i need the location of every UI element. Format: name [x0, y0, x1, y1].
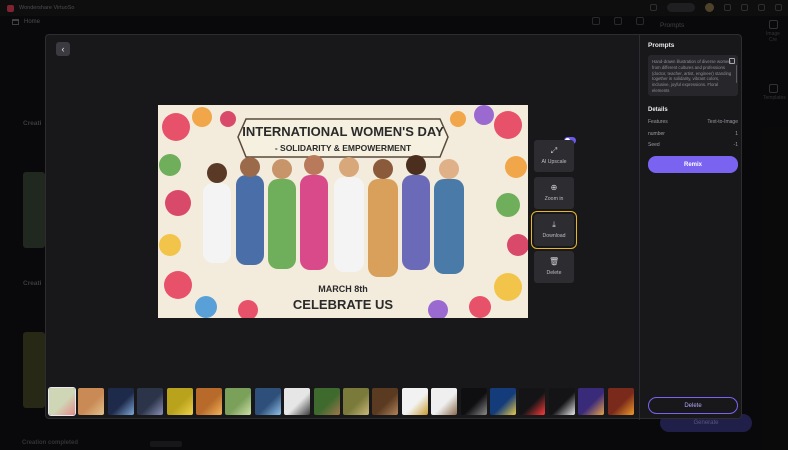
back-button[interactable]: ‹ [56, 42, 70, 56]
poster-illustration: INTERNATIONAL WOMEN'S DAY - SOLIDARITY &… [158, 105, 528, 318]
detail-value: Text-to-Image [707, 119, 738, 125]
thumbnail[interactable] [431, 388, 458, 415]
thumbnail[interactable] [48, 387, 76, 416]
ai-upscale-label: AI Upscale [541, 159, 567, 165]
chevron-left-icon: ‹ [61, 43, 65, 54]
delete-image-button[interactable]: 🗑 Delete [534, 251, 574, 283]
download-label: Download [542, 233, 566, 239]
poster-title: INTERNATIONAL WOMEN'S DAY [242, 124, 444, 139]
thumbnail[interactable] [78, 388, 105, 415]
thumbnail[interactable] [254, 388, 281, 415]
prompt-text-box[interactable]: Hand-drawn illustration of diverse women… [648, 55, 738, 96]
download-icon: ⤓ [552, 220, 556, 229]
detail-value: -1 [733, 142, 738, 148]
details-panel: Prompts Hand-drawn illustration of diver… [639, 35, 743, 420]
main-image[interactable]: INTERNATIONAL WOMEN'S DAY - SOLIDARITY &… [158, 105, 528, 318]
delete-button[interactable]: Delete [648, 397, 738, 414]
thumbnail[interactable] [196, 388, 222, 415]
thumbnail[interactable] [343, 388, 369, 415]
prompt-scrollbar[interactable] [735, 65, 737, 83]
thumbnail[interactable] [578, 388, 605, 415]
image-viewer-modal: ‹ INTERNATIONAL WOMEN'S DAY - SOLIDARITY… [45, 34, 743, 420]
detail-value: 1 [735, 131, 738, 137]
expand-icon: ⤢ [550, 146, 558, 155]
detail-row: number 1 [648, 131, 738, 137]
trash-icon: 🗑 [549, 257, 560, 266]
zoom-in-icon: ⊕ [550, 183, 558, 192]
thumbnail[interactable] [137, 388, 164, 415]
detail-key: number [648, 131, 665, 137]
thumbnail[interactable] [401, 388, 428, 415]
details-title: Details [648, 107, 668, 113]
zoom-in-button[interactable]: ⊕ Zoom in [534, 177, 574, 209]
thumbnail[interactable] [490, 388, 516, 415]
zoom-in-label: Zoom in [544, 196, 564, 202]
thumbnail[interactable] [225, 388, 252, 415]
detail-key: Seed [648, 142, 660, 148]
thumbnail[interactable] [607, 388, 634, 415]
poster-date: MARCH 8th [318, 284, 368, 294]
detail-row: Features Text-to-Image [648, 119, 738, 125]
thumbnail[interactable] [372, 388, 399, 415]
poster-subtitle: - SOLIDARITY & EMPOWERMENT [275, 143, 412, 153]
thumbnail[interactable] [548, 388, 575, 415]
thumbnail[interactable] [284, 388, 311, 415]
thumbnail[interactable] [107, 388, 134, 415]
delete-image-label: Delete [546, 270, 562, 276]
app-root: Wondershare VirtuoSo Home Prompts Creati… [0, 0, 788, 450]
detail-row: Seed -1 [648, 142, 738, 148]
download-button[interactable]: ⤓ Download [531, 211, 577, 249]
detail-key: Features [648, 119, 668, 125]
thumbnail[interactable] [519, 388, 546, 415]
prompts-title: Prompts [648, 42, 675, 49]
poster-footer: CELEBRATE US [293, 297, 393, 312]
thumbnail-strip [48, 387, 639, 416]
remix-button[interactable]: Remix [648, 156, 738, 173]
prompt-text: Hand-drawn illustration of diverse women… [652, 59, 732, 93]
copy-icon[interactable] [729, 58, 735, 64]
ai-upscale-button[interactable]: ⤢ AI Upscale [534, 140, 574, 172]
thumbnail[interactable] [460, 388, 487, 415]
thumbnail[interactable] [313, 388, 340, 415]
thumbnail[interactable] [166, 388, 193, 415]
